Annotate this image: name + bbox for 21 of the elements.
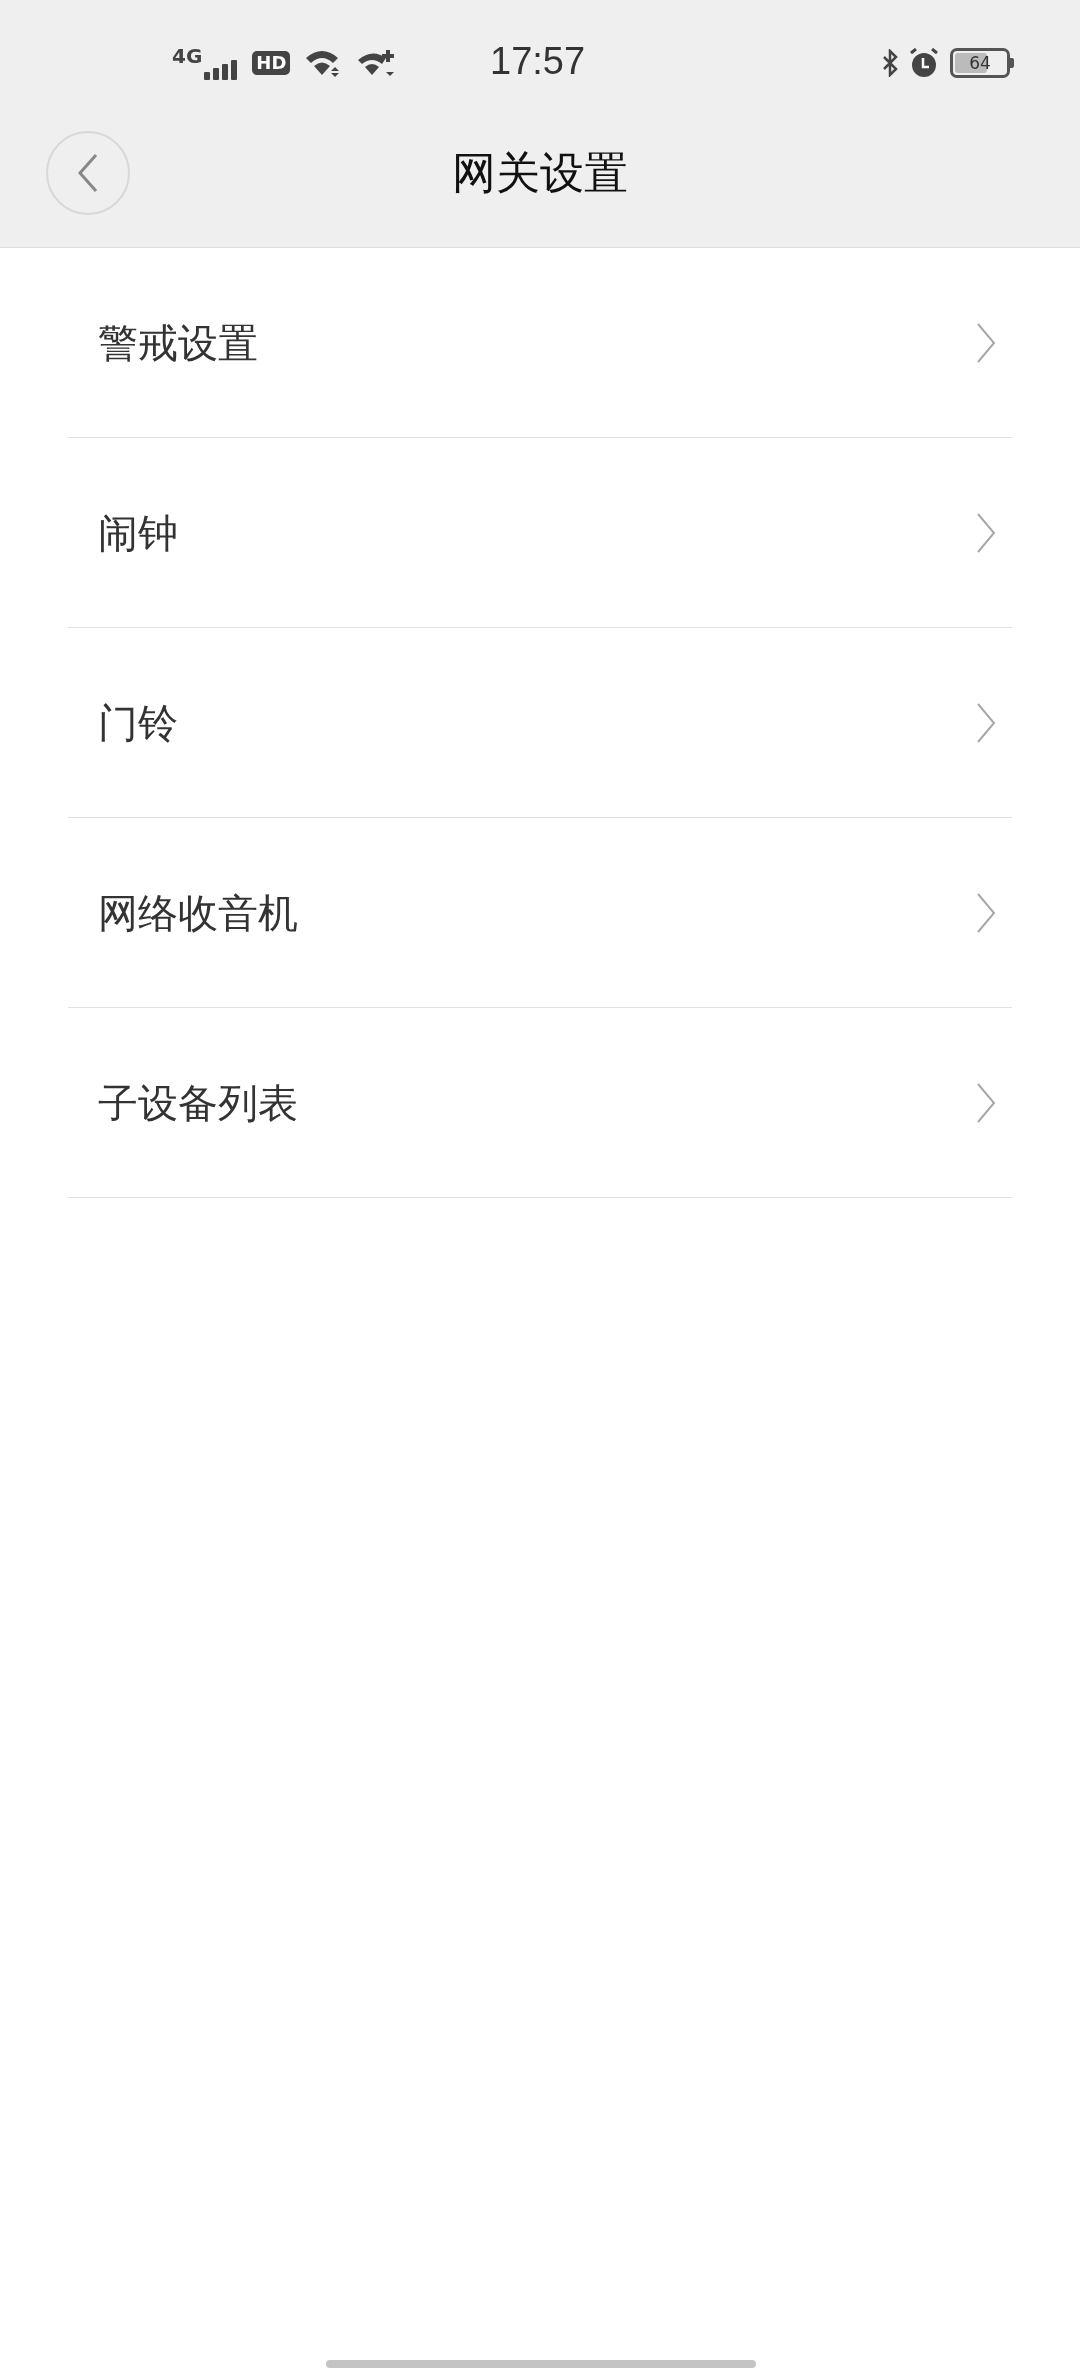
back-icon xyxy=(77,153,99,193)
back-button[interactable] xyxy=(46,131,130,215)
battery-percent: 64 xyxy=(968,54,992,72)
settings-item[interactable]: 门铃 xyxy=(68,628,1012,818)
chevron-right-icon xyxy=(976,891,996,934)
network-type: 4G xyxy=(172,46,203,66)
page-title: 网关设置 xyxy=(452,150,628,195)
chevron-right-icon xyxy=(976,321,996,364)
settings-item[interactable]: 网络收音机 xyxy=(68,818,1012,1008)
signal-icon xyxy=(204,58,239,80)
settings-item[interactable]: 子设备列表 xyxy=(68,1008,1012,1198)
status-time: 17:57 xyxy=(490,42,586,80)
chevron-right-icon xyxy=(976,1081,996,1124)
hd-badge: HD xyxy=(252,51,291,75)
wifi-icon xyxy=(356,48,397,78)
settings-item[interactable]: 闹钟 xyxy=(68,438,1012,628)
settings-item[interactable]: 警戒设置 xyxy=(68,248,1012,438)
chevron-right-icon xyxy=(976,511,996,554)
bluetooth-icon xyxy=(882,49,898,77)
chevron-right-icon xyxy=(976,701,996,744)
alarm-clock-icon xyxy=(908,48,940,78)
